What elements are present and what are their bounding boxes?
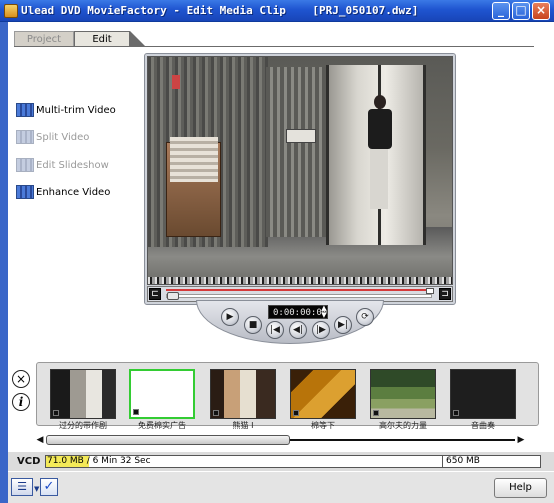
clip-thumbnail[interactable] [370,369,436,419]
mark-out-button[interactable]: ⊐ [439,288,451,300]
menu-label: Multi-trim Video [36,104,116,116]
edit-slideshow-button[interactable]: Edit Slideshow [16,157,109,173]
trim-slider-thumb[interactable] [167,292,179,300]
list-view-icon[interactable]: ☰ [11,478,33,496]
previous-frame-button[interactable]: ◀| [289,321,307,339]
tab-edit[interactable]: Edit [74,31,130,47]
clip-type-icon [293,410,299,416]
film-strip-icon [16,130,34,144]
bottom-bar [8,472,554,503]
scroll-left-icon[interactable]: ◀ [36,434,44,446]
menu-label: Enhance Video [36,186,111,198]
clip-type-icon [453,410,459,416]
trim-slider-track[interactable] [166,294,432,298]
trim-end-marker[interactable] [426,288,434,294]
clip-type-icon [133,409,139,415]
clip-label: 棉等下 [311,421,335,430]
maximize-button[interactable]: □ [512,2,530,20]
video-preview[interactable] [147,56,453,285]
multi-trim-video-button[interactable]: Multi-trim Video [16,102,116,118]
next-frame-button[interactable]: |▶ [312,321,330,339]
minimize-button[interactable]: _ [492,2,510,20]
app-icon [4,4,18,18]
play-button[interactable]: ▶ [221,308,239,326]
window-left-border [0,22,8,503]
home-button[interactable]: |◀ [266,321,284,339]
clip-label: 免费棉实广告 [138,421,186,430]
clip-thumbnail[interactable] [210,369,276,419]
clip-label: 音曲奏 [471,421,495,430]
spin-down-icon[interactable]: ▼ [320,312,328,319]
stop-button[interactable]: ■ [244,316,262,334]
clip-type-icon [53,410,59,416]
scroll-thumb[interactable] [46,435,290,445]
disc-usage-text: 71.0 MB / 6 Min 32 Sec [47,456,151,466]
tab-strip: Project Edit [14,31,534,47]
enhance-video-button[interactable]: Enhance Video [16,184,110,200]
window-title: Ulead DVD MovieFactory - Edit Media Clip… [21,4,419,17]
timecode-spinner[interactable]: ▲ ▼ [320,305,328,319]
film-strip-icon [16,103,34,117]
menu-label: Split Video [36,131,90,143]
split-video-button[interactable]: Split Video [16,129,89,145]
mark-in-button[interactable]: ⊏ [149,288,161,300]
delete-clip-icon[interactable]: × [12,370,30,388]
repeat-button[interactable]: ⟳ [356,308,374,326]
clip-scrollbar[interactable]: ◀ ▶ [36,434,525,446]
menu-label: Edit Slideshow [36,159,109,171]
clip-type-icon [373,410,379,416]
tab-project[interactable]: Project [14,31,74,47]
clip-type-icon [213,410,219,416]
title-bar[interactable]: Ulead DVD MovieFactory - Edit Media Clip… [0,0,554,22]
close-button[interactable]: × [532,2,550,20]
tab-corner [130,31,146,47]
clip-thumbnail-selected[interactable] [129,369,195,419]
timecode-field[interactable]: 0:00:00:00 [268,305,328,319]
dropdown-caret-icon[interactable]: ▼ [34,485,39,493]
disc-type-label: VCD [17,456,41,467]
help-button[interactable]: Help [494,478,547,498]
clip-thumbnail[interactable] [450,369,516,419]
clip-thumbnail[interactable] [290,369,356,419]
film-strip-icon [16,185,34,199]
clip-label: 过分的带作剧 [59,421,107,430]
end-button[interactable]: ▶| [334,316,352,334]
trim-range-line [166,289,432,291]
film-strip-icon [16,158,34,172]
checkmark-icon[interactable]: ✓ [40,478,58,496]
clip-thumbnail[interactable] [50,369,116,419]
clip-label: 高尔夫的力量 [379,421,427,430]
scroll-right-icon[interactable]: ▶ [517,434,525,446]
disc-capacity-marker [442,455,443,468]
info-icon[interactable]: i [12,393,30,411]
disc-capacity-label: 650 MB [446,456,480,466]
clip-label: 熊猫 I [232,421,254,430]
tab-divider [14,46,534,47]
